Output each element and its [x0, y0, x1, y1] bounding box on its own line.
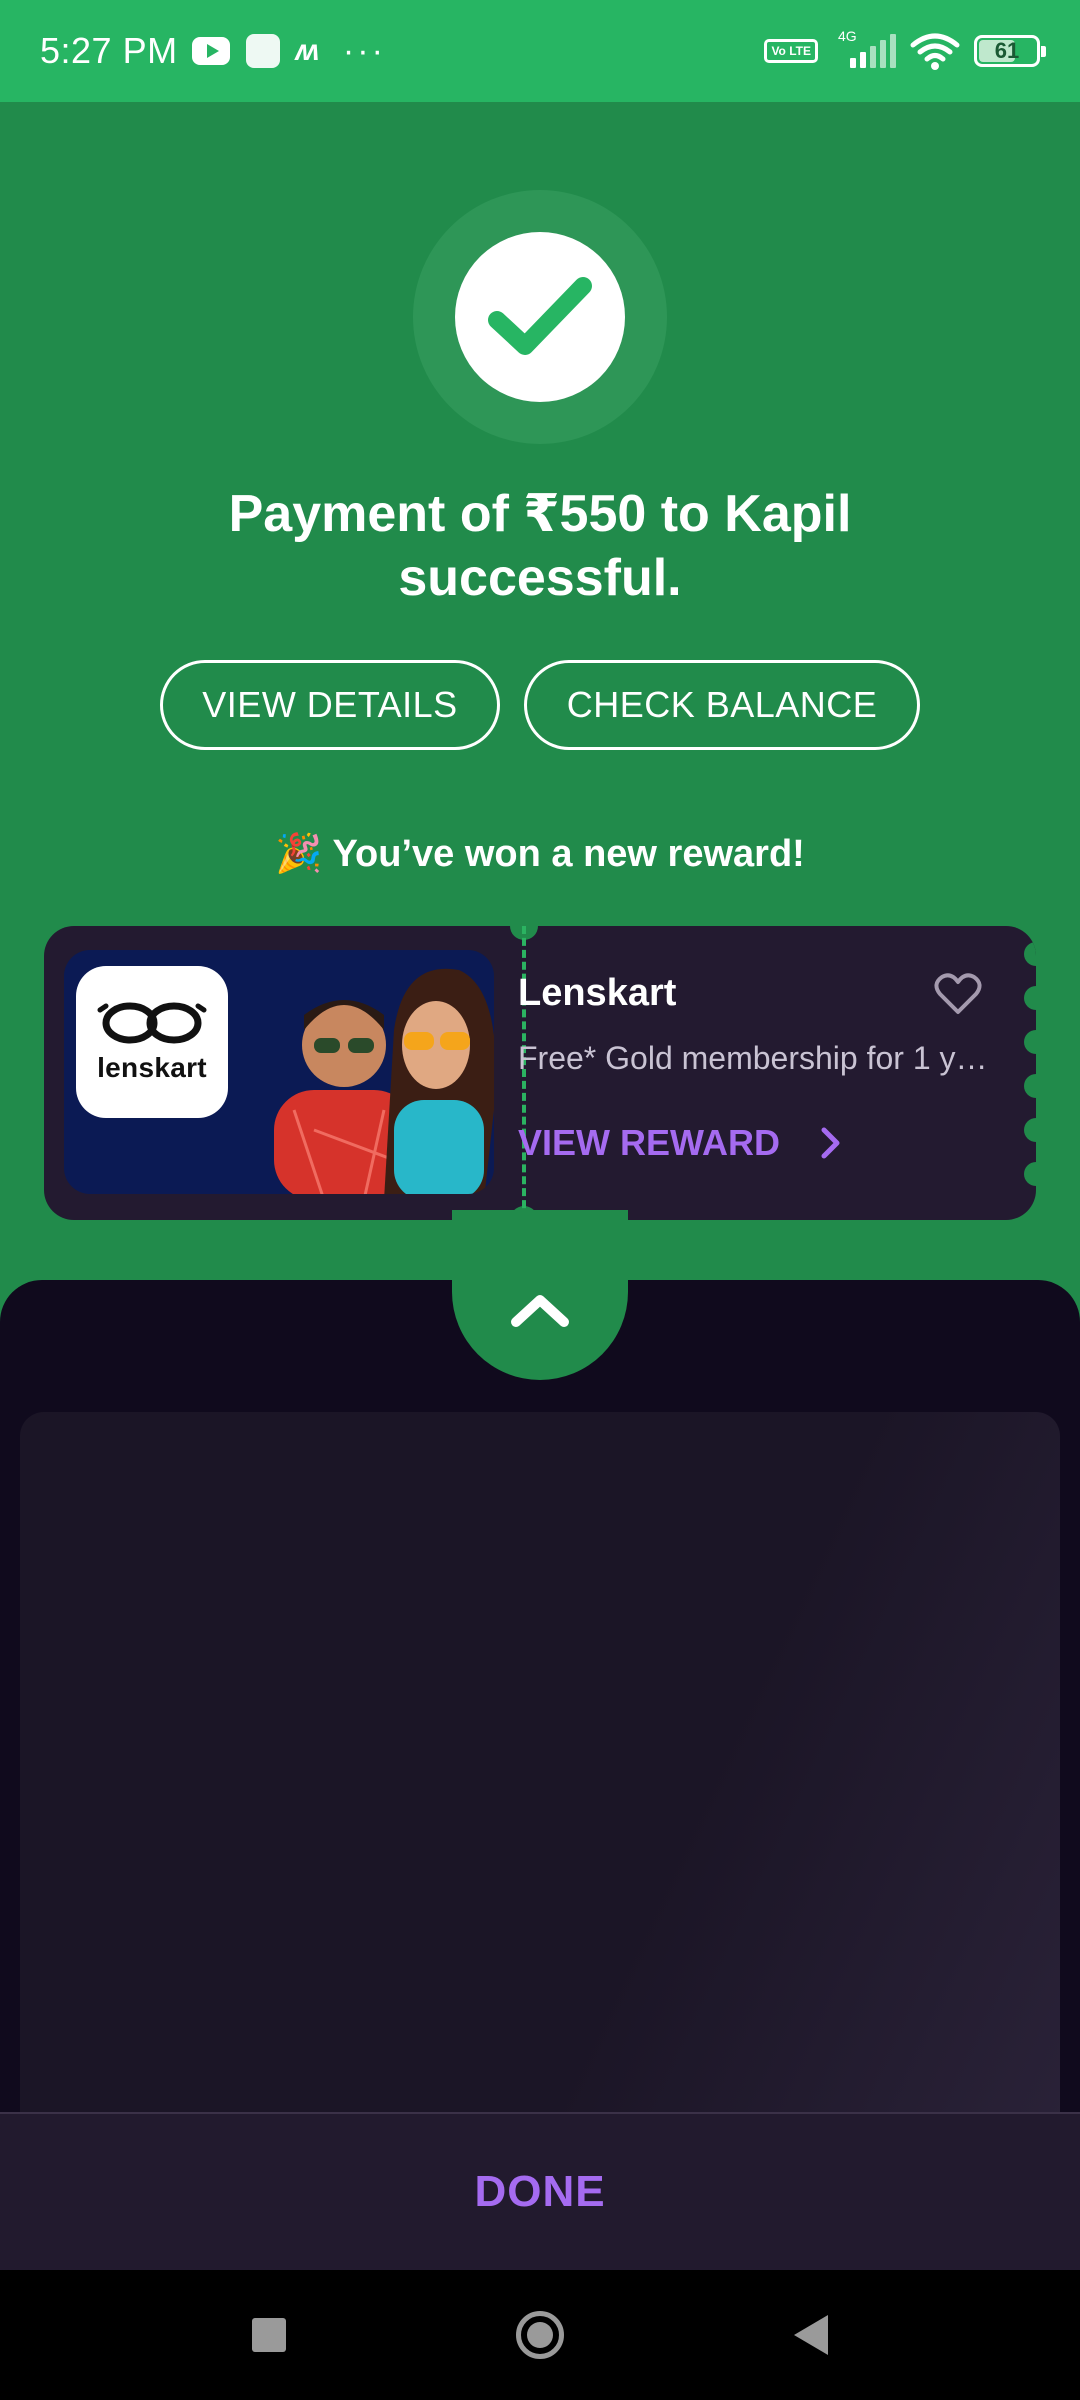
- payment-confirmation-area: Payment of ₹550 to Kapil successful. VIE…: [0, 102, 1080, 1362]
- glasses-logo-icon: [97, 1002, 207, 1044]
- view-details-button[interactable]: VIEW DETAILS: [160, 660, 500, 750]
- reward-headline-text: You’ve won a new reward!: [332, 833, 805, 875]
- chevron-right-icon: [821, 1127, 840, 1159]
- notification-icons: ʍ ···: [191, 31, 386, 71]
- checkmark-icon: [488, 277, 592, 355]
- wifi-icon: [910, 33, 960, 70]
- lenskart-logo-text: lenskart: [97, 1052, 207, 1083]
- network-type-label: 4G: [838, 28, 857, 44]
- check-balance-button[interactable]: CHECK BALANCE: [524, 660, 920, 750]
- volte-icon: Vo LTE: [764, 39, 818, 63]
- reward-description: Free* Gold membership for 1 year: [518, 1040, 998, 1076]
- battery-icon: 61: [974, 35, 1046, 67]
- system-navigation-bar: [0, 2270, 1080, 2400]
- party-popper-icon: 🎉: [275, 833, 323, 875]
- sheet-content-panel: [20, 1412, 1060, 2152]
- done-bar: DONE: [0, 2112, 1080, 2270]
- youtube-icon: [191, 37, 230, 65]
- payment-success-screen: 5:27 PM ʍ ··· Vo LTE 4G 61 Payment of ₹5…: [0, 0, 1080, 2400]
- title-line-1: Payment of ₹550 to Kapil: [228, 485, 852, 543]
- recents-button[interactable]: [252, 2318, 286, 2352]
- view-reward-label: VIEW REWARD: [518, 1122, 781, 1163]
- signal-icon: 4G: [832, 28, 896, 68]
- status-bar: 5:27 PM ʍ ··· Vo LTE 4G 61: [0, 0, 1080, 102]
- more-dots-icon: ···: [342, 31, 386, 70]
- reward-brand-name: Lenskart: [518, 972, 677, 1014]
- app-notification-icon: [245, 34, 280, 68]
- status-right-icons: Vo LTE 4G 61: [764, 28, 1046, 71]
- status-time: 5:27 PM: [40, 30, 178, 71]
- payment-success-title: Payment of ₹550 to Kapil successful.: [140, 482, 940, 610]
- success-check-icon: [455, 232, 625, 402]
- lenskart-logo: lenskart: [76, 966, 228, 1118]
- title-line-2: successful.: [398, 549, 682, 607]
- view-reward-link[interactable]: VIEW REWARD: [518, 1122, 842, 1164]
- m-icon: ʍ: [295, 34, 319, 67]
- favorite-heart-icon[interactable]: [934, 972, 982, 1016]
- done-button[interactable]: DONE: [474, 2167, 605, 2217]
- promo-person-2-image: [384, 968, 494, 1194]
- back-button[interactable]: [794, 2315, 828, 2355]
- expand-sheet-handle[interactable]: [452, 1210, 628, 1380]
- reward-banner-image: lenskart: [64, 950, 494, 1194]
- bottom-sheet: [0, 1210, 1080, 2152]
- reward-headline: 🎉 You’ve won a new reward!: [0, 832, 1080, 876]
- battery-level: 61: [994, 38, 1020, 63]
- reward-card[interactable]: lenskart Lenskart Free* Gold membership …: [44, 926, 1036, 1220]
- chevron-up-icon: [511, 1295, 569, 1327]
- home-button[interactable]: [516, 2311, 564, 2359]
